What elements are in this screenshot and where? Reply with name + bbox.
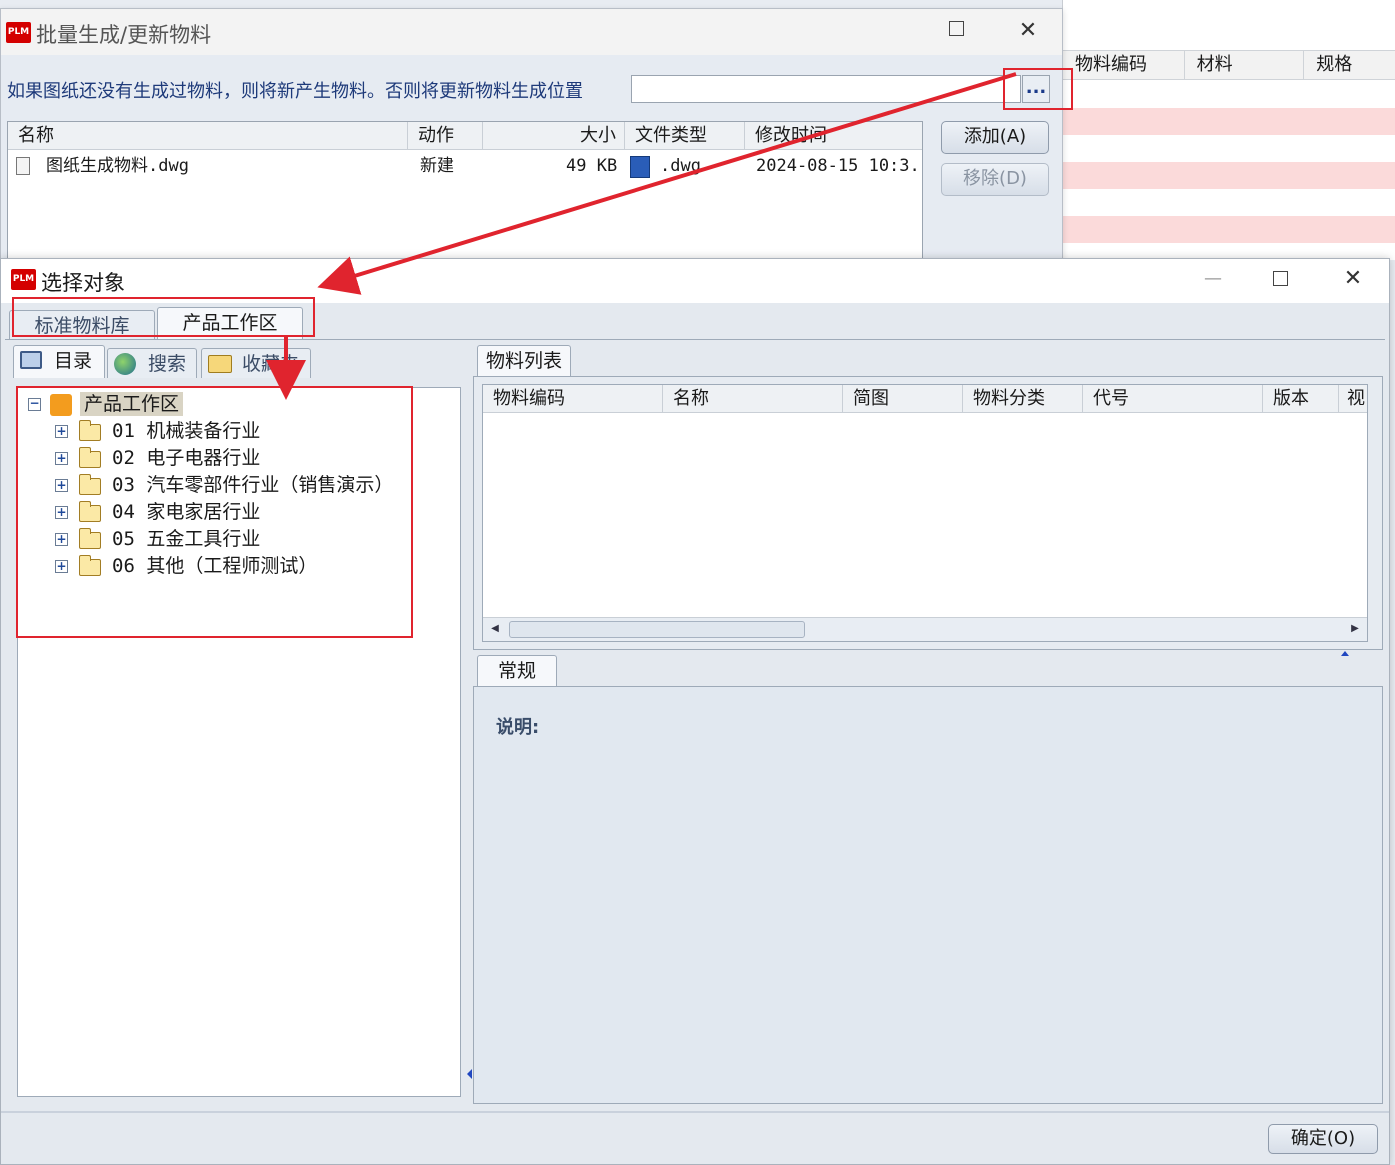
annotation-arrows (266, 72, 1017, 400)
annotation-arrow-to-dialog (317, 72, 1017, 295)
